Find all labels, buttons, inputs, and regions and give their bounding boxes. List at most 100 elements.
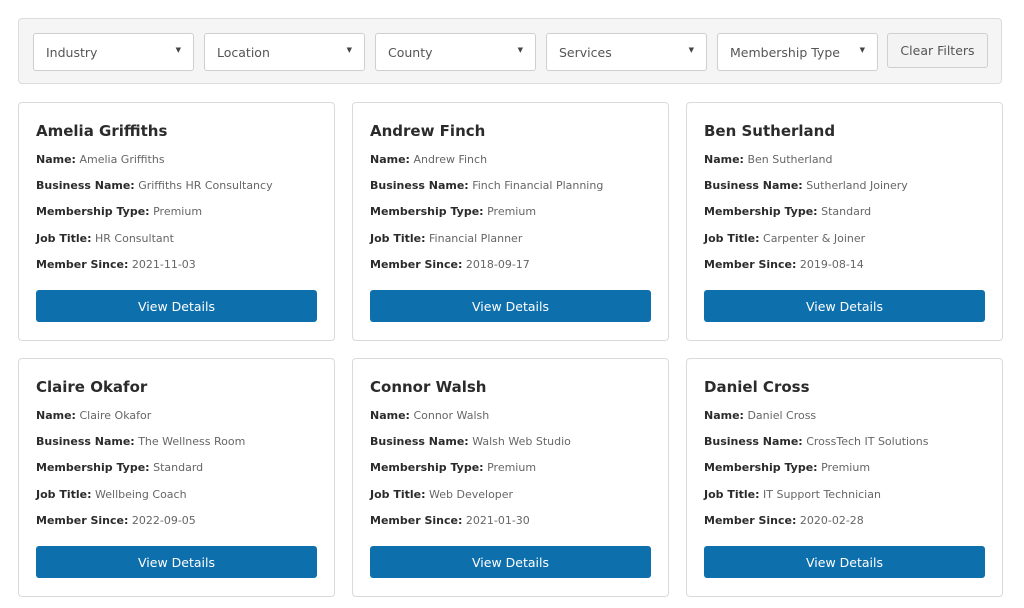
view-details-button[interactable]: View Details bbox=[36, 546, 317, 578]
job-title-value: Financial Planner bbox=[429, 232, 523, 245]
member-since-row: Member Since: 2021-11-03 bbox=[36, 258, 196, 271]
membership-type-row: Membership Type: Standard bbox=[704, 205, 871, 218]
member-since-value: 2022-09-05 bbox=[131, 514, 196, 527]
field-label: Job Title: bbox=[704, 232, 760, 245]
member-card-title: Claire Okafor bbox=[36, 378, 148, 396]
field-label: Job Title: bbox=[36, 232, 92, 245]
field-label: Member Since: bbox=[370, 258, 463, 271]
business-name-row: Business Name: CrossTech IT Solutions bbox=[704, 435, 929, 448]
field-label: Job Title: bbox=[704, 488, 760, 501]
member-card: Andrew Finch Name: Andrew Finch Business… bbox=[352, 102, 669, 341]
member-name-row: Name: Andrew Finch bbox=[370, 153, 487, 166]
business-name-value: Finch Financial Planning bbox=[472, 179, 604, 192]
member-card-title: Ben Sutherland bbox=[704, 122, 836, 140]
view-details-button[interactable]: View Details bbox=[36, 290, 317, 322]
member-since-row: Member Since: 2021-01-30 bbox=[370, 514, 530, 527]
job-title-row: Job Title: HR Consultant bbox=[36, 232, 174, 245]
membership-type-value: Standard bbox=[821, 205, 872, 218]
field-label: Name: bbox=[36, 153, 76, 166]
member-since-value: 2019-08-14 bbox=[799, 258, 864, 271]
membership-type-value: Premium bbox=[821, 461, 871, 474]
business-name-row: Business Name: Griffiths HR Consultancy bbox=[36, 179, 273, 192]
industry-filter-label: Industry bbox=[46, 45, 98, 60]
member-name-row: Name: Amelia Griffiths bbox=[36, 153, 165, 166]
member-name-value: Daniel Cross bbox=[747, 409, 817, 422]
member-card: Connor Walsh Name: Connor Walsh Business… bbox=[352, 358, 669, 597]
member-card-title: Connor Walsh bbox=[370, 378, 487, 396]
field-label: Name: bbox=[704, 409, 744, 422]
field-label: Membership Type: bbox=[36, 205, 150, 218]
field-label: Job Title: bbox=[370, 232, 426, 245]
membership-type-row: Membership Type: Premium bbox=[36, 205, 202, 218]
field-label: Membership Type: bbox=[704, 205, 818, 218]
membership-type-row: Membership Type: Premium bbox=[704, 461, 870, 474]
field-label: Membership Type: bbox=[36, 461, 150, 474]
business-name-value: CrossTech IT Solutions bbox=[806, 435, 929, 448]
field-label: Business Name: bbox=[370, 179, 469, 192]
field-label: Member Since: bbox=[704, 258, 797, 271]
field-label: Name: bbox=[370, 409, 410, 422]
member-card: Daniel Cross Name: Daniel Cross Business… bbox=[686, 358, 1003, 597]
job-title-value: Wellbeing Coach bbox=[95, 488, 187, 501]
field-label: Business Name: bbox=[36, 435, 135, 448]
clear-filters-button[interactable]: Clear Filters bbox=[887, 33, 988, 68]
field-label: Name: bbox=[370, 153, 410, 166]
member-name-row: Name: Ben Sutherland bbox=[704, 153, 833, 166]
membership-type-row: Membership Type: Premium bbox=[370, 461, 536, 474]
field-label: Name: bbox=[36, 409, 76, 422]
member-name-value: Connor Walsh bbox=[413, 409, 490, 422]
field-label: Member Since: bbox=[704, 514, 797, 527]
field-label: Job Title: bbox=[36, 488, 92, 501]
field-label: Name: bbox=[704, 153, 744, 166]
member-since-row: Member Since: 2022-09-05 bbox=[36, 514, 196, 527]
caret-down-icon: ▼ bbox=[346, 46, 352, 54]
field-label: Business Name: bbox=[704, 435, 803, 448]
member-since-row: Member Since: 2019-08-14 bbox=[704, 258, 864, 271]
caret-down-icon: ▼ bbox=[517, 46, 523, 54]
member-name-value: Claire Okafor bbox=[79, 409, 152, 422]
business-name-value: Griffiths HR Consultancy bbox=[138, 179, 273, 192]
field-label: Member Since: bbox=[370, 514, 463, 527]
location-filter-select[interactable]: Location ▼ bbox=[204, 33, 365, 71]
membership-type-value: Premium bbox=[153, 205, 203, 218]
membership-type-row: Membership Type: Standard bbox=[36, 461, 203, 474]
job-title-row: Job Title: Web Developer bbox=[370, 488, 513, 501]
member-since-row: Member Since: 2018-09-17 bbox=[370, 258, 530, 271]
business-name-row: Business Name: Finch Financial Planning bbox=[370, 179, 603, 192]
member-name-value: Amelia Griffiths bbox=[79, 153, 165, 166]
field-label: Business Name: bbox=[370, 435, 469, 448]
member-card-title: Daniel Cross bbox=[704, 378, 810, 396]
membership-type-value: Standard bbox=[153, 461, 204, 474]
business-name-value: Sutherland Joinery bbox=[806, 179, 908, 192]
county-filter-select[interactable]: County ▼ bbox=[375, 33, 536, 71]
view-details-button[interactable]: View Details bbox=[370, 290, 651, 322]
member-since-value: 2020-02-28 bbox=[799, 514, 864, 527]
view-details-button[interactable]: View Details bbox=[704, 290, 985, 322]
filter-bar: Industry ▼ Location ▼ County ▼ Services … bbox=[18, 18, 1002, 84]
field-label: Membership Type: bbox=[704, 461, 818, 474]
member-card: Amelia Griffiths Name: Amelia Griffiths … bbox=[18, 102, 335, 341]
job-title-row: Job Title: Carpenter & Joiner bbox=[704, 232, 865, 245]
services-filter-select[interactable]: Services ▼ bbox=[546, 33, 707, 71]
member-card: Claire Okafor Name: Claire Okafor Busine… bbox=[18, 358, 335, 597]
field-label: Member Since: bbox=[36, 514, 129, 527]
membership-type-value: Premium bbox=[487, 205, 537, 218]
membership-type-filter-label: Membership Type bbox=[730, 45, 840, 60]
view-details-button[interactable]: View Details bbox=[370, 546, 651, 578]
industry-filter-select[interactable]: Industry ▼ bbox=[33, 33, 194, 71]
location-filter-label: Location bbox=[217, 45, 270, 60]
field-label: Membership Type: bbox=[370, 461, 484, 474]
job-title-row: Job Title: IT Support Technician bbox=[704, 488, 881, 501]
services-filter-label: Services bbox=[559, 45, 612, 60]
view-details-button[interactable]: View Details bbox=[704, 546, 985, 578]
member-since-value: 2021-01-30 bbox=[465, 514, 530, 527]
business-name-value: The Wellness Room bbox=[138, 435, 246, 448]
job-title-row: Job Title: Financial Planner bbox=[370, 232, 522, 245]
job-title-value: Carpenter & Joiner bbox=[763, 232, 866, 245]
member-card-title: Andrew Finch bbox=[370, 122, 486, 140]
member-name-value: Andrew Finch bbox=[413, 153, 488, 166]
field-label: Member Since: bbox=[36, 258, 129, 271]
membership-type-filter-select[interactable]: Membership Type ▼ bbox=[717, 33, 878, 71]
business-name-value: Walsh Web Studio bbox=[472, 435, 571, 448]
field-label: Business Name: bbox=[36, 179, 135, 192]
